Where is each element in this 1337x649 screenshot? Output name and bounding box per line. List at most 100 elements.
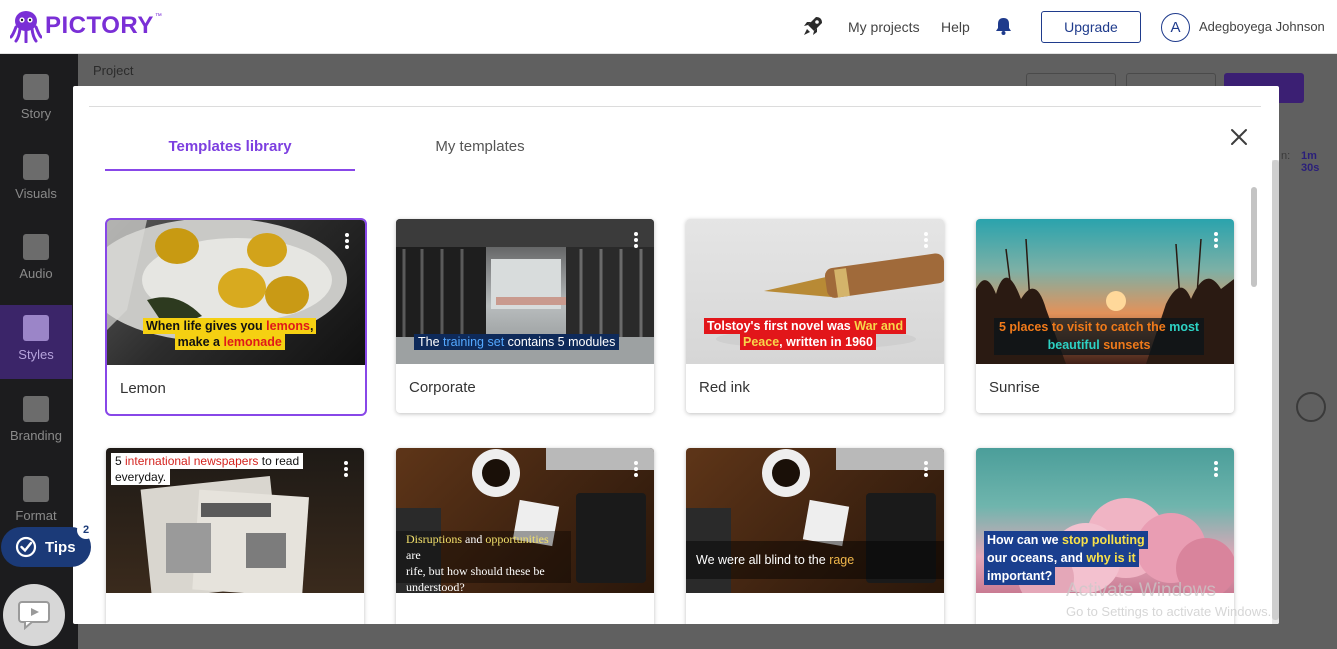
sidebar-item-styles[interactable]: Styles — [0, 305, 72, 379]
pictory-logo[interactable]: PICTORY ™ — [10, 9, 162, 43]
caption-text: understood? — [406, 580, 465, 594]
template-name: Red ink — [699, 379, 750, 396]
template-card-sunrise[interactable]: 5 places to visit to catch the most beau… — [976, 219, 1234, 413]
chat-widget-button[interactable] — [3, 584, 65, 646]
divider — [89, 106, 1261, 107]
template-caption: We were all blind to the rage — [686, 541, 944, 579]
more-options-icon[interactable] — [344, 461, 348, 477]
avatar[interactable]: A — [1161, 13, 1190, 42]
caption-text: contains 5 modules — [504, 335, 616, 349]
caption-text: to read — [258, 454, 300, 468]
template-card-corporate[interactable]: The training set contains 5 modules Corp… — [396, 219, 654, 413]
modal-scrollbar-thumb[interactable] — [1272, 160, 1279, 620]
sidebar-item-label: Audio — [19, 266, 53, 281]
sidebar-item-audio[interactable]: Audio — [0, 234, 72, 294]
caption-text: make a — [177, 335, 224, 349]
template-card-red-ink[interactable]: Tolstoy's first novel was War and Peace,… — [686, 219, 944, 413]
template-name: Sunrise — [989, 379, 1040, 396]
template-card-disruptions[interactable]: Disruptions and opportunities are rife, … — [396, 448, 654, 624]
template-caption: 5 international newspapers to read every… — [111, 453, 304, 485]
more-options-icon[interactable] — [924, 232, 928, 248]
styles-icon — [23, 315, 49, 341]
check-circle-icon — [15, 536, 37, 558]
sidebar-item-branding[interactable]: Branding — [0, 396, 72, 456]
caption-text: sunsets — [1099, 338, 1151, 352]
more-options-icon[interactable] — [1214, 461, 1218, 477]
duration-prefix: n: — [1281, 150, 1291, 162]
upgrade-button[interactable]: Upgrade — [1041, 11, 1141, 43]
template-name: Lemon — [120, 380, 166, 397]
sidebar-item-label: Styles — [18, 347, 54, 362]
image-icon — [23, 154, 49, 180]
briefcase-icon — [23, 396, 49, 422]
top-bar: PICTORY ™ My projects Help Upgrade A Ade… — [0, 0, 1337, 54]
caption-text: When life gives you — [146, 319, 267, 333]
caption-highlight: War and — [854, 319, 904, 333]
tab-my-templates[interactable]: My templates — [375, 138, 585, 155]
sidebar-item-story[interactable]: Story — [0, 74, 72, 134]
caption-highlight: rage — [829, 553, 855, 567]
my-projects-link[interactable]: My projects — [848, 19, 920, 35]
caption-highlight: Disruptions — [406, 532, 463, 546]
tab-templates-library[interactable]: Templates library — [105, 138, 355, 171]
template-card-newspapers[interactable]: 5 international newspapers to read every… — [106, 448, 364, 624]
windows-activation-watermark: Activate Windows Go to Settings to activ… — [1066, 580, 1271, 619]
tips-count-badge: 2 — [77, 521, 95, 539]
caption-text: rife, but how should these be — [406, 564, 545, 578]
sidebar-item-label: Format — [15, 508, 57, 523]
caption-text: and — [462, 532, 486, 546]
caption-highlight: lemonade — [223, 335, 282, 349]
chat-icon — [18, 601, 50, 630]
tips-label: Tips — [45, 538, 76, 556]
music-icon — [23, 234, 49, 260]
watermark-title: Activate Windows — [1066, 580, 1216, 601]
more-options-icon[interactable] — [1214, 232, 1218, 248]
logo-text: PICTORY — [45, 12, 154, 39]
sidebar-item-label: Visuals — [15, 186, 57, 201]
template-card-rage[interactable]: We were all blind to the rage — [686, 448, 944, 624]
caption-text: are — [406, 548, 421, 562]
help-link[interactable]: Help — [941, 19, 970, 35]
caption-highlight: opportunities — [485, 532, 549, 546]
user-name[interactable]: Adegboyega Johnson — [1199, 19, 1325, 34]
caption-text: Tolstoy's first novel was — [707, 319, 855, 333]
template-caption: The training set contains 5 modules — [414, 334, 620, 350]
caption-text: everyday. — [115, 470, 167, 484]
sidebar-item-visuals[interactable]: Visuals — [0, 154, 72, 214]
octopus-logo-icon — [10, 11, 42, 43]
duration-value: 1m 30s — [1301, 150, 1320, 174]
more-options-icon[interactable] — [634, 232, 638, 248]
caption-text: , — [309, 319, 314, 333]
sidebar-item-label: Story — [20, 106, 52, 121]
template-name: Corporate — [409, 379, 476, 396]
template-caption: When life gives you lemons, make a lemon… — [143, 318, 317, 350]
caption-text: How can we — [987, 533, 1063, 547]
caption-text: The — [418, 335, 444, 349]
caption-highlight: international newspapers — [125, 454, 259, 468]
template-caption: Tolstoy's first novel was War and Peace,… — [704, 318, 907, 350]
more-options-icon[interactable] — [345, 233, 349, 249]
bell-icon[interactable] — [995, 17, 1012, 35]
caption-highlight: beautiful — [1047, 338, 1100, 352]
sidebar-item-format[interactable]: Format — [0, 476, 72, 526]
template-caption: Disruptions and opportunities are rife, … — [396, 531, 571, 594]
caption-text: our oceans — [987, 551, 1054, 565]
caption-text: important? — [987, 569, 1053, 583]
caption-highlight: stop polluting — [1062, 533, 1145, 547]
templates-modal: Templates library My templates When life… — [73, 86, 1279, 624]
watermark-subtitle: Go to Settings to activate Windows. — [1066, 604, 1272, 619]
grid-scrollbar-thumb[interactable] — [1251, 187, 1257, 287]
template-caption: How can we stop polluting our oceans, an… — [984, 531, 1148, 585]
caption-highlight: why is it — [1086, 551, 1136, 565]
project-label: Project — [93, 63, 134, 78]
caption-text: 5 places to visit to catch the — [999, 320, 1170, 334]
close-icon[interactable] — [1228, 126, 1250, 148]
more-options-icon[interactable] — [634, 461, 638, 477]
story-icon — [23, 74, 49, 100]
caption-highlight: lemons — [266, 319, 310, 333]
caption-text: , and — [1053, 551, 1087, 565]
more-options-icon[interactable] — [924, 461, 928, 477]
rocket-icon[interactable] — [802, 15, 824, 37]
add-scene-icon — [1296, 392, 1326, 422]
template-card-lemon[interactable]: When life gives you lemons, make a lemon… — [105, 218, 367, 416]
